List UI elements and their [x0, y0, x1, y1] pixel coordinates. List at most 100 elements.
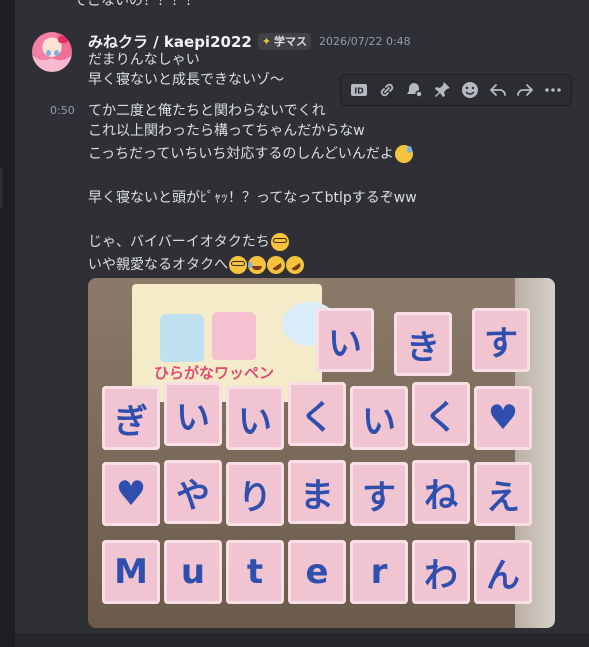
add-reaction-button[interactable]	[459, 79, 481, 101]
patch-tile: き	[394, 312, 452, 376]
patch-tile: ね	[412, 460, 470, 524]
patch-tile: や	[164, 460, 222, 524]
bottom-bar	[15, 633, 589, 647]
patch-tile: ま	[288, 460, 346, 524]
server-sidebar-edge	[0, 0, 15, 647]
laughing-crying-emoji[interactable]	[248, 256, 266, 274]
username[interactable]: みねクラ / kaepi2022	[88, 31, 252, 52]
forward-button[interactable]	[514, 79, 536, 101]
patch-tile: い	[164, 382, 222, 446]
message-line-2: 早く寝ないと成長できないゾ～	[88, 72, 284, 88]
svg-text:ID: ID	[354, 87, 364, 96]
patch-tile: わ	[412, 540, 470, 604]
nerd-face-emoji[interactable]	[270, 233, 289, 251]
previous-message-text: てこないの！！！！	[73, 0, 199, 9]
avatar-eye-left	[46, 50, 51, 56]
gem-icon: ✦	[261, 34, 272, 48]
pin-button[interactable]	[431, 79, 453, 101]
patch-char: e	[305, 552, 329, 592]
id-icon: ID	[350, 84, 367, 96]
patch-tile: ん	[474, 540, 532, 604]
patch-tile: い	[316, 308, 374, 372]
sweat-smile-emoji[interactable]	[394, 145, 413, 163]
patch-char: M	[114, 552, 148, 592]
patch-tile: い	[350, 386, 408, 450]
reply-icon	[489, 84, 506, 96]
tshirt-illustration	[212, 312, 256, 360]
rofl-emoji[interactable]	[282, 252, 308, 278]
patch-tile: e	[288, 540, 346, 604]
patch-char: ♥	[487, 398, 519, 438]
patch-tile: ぎ	[102, 386, 160, 450]
patch-char: き	[406, 327, 440, 368]
patch-char: い	[176, 397, 210, 438]
patch-tile: ♥	[102, 462, 160, 526]
patch-tile: り	[226, 462, 284, 526]
patch-char: く	[300, 397, 334, 438]
message-line-10-text: いや親愛なるオタクへ	[88, 257, 228, 273]
patch-char: い	[238, 401, 272, 442]
patch-tile: い	[226, 386, 284, 450]
link-icon	[380, 83, 393, 97]
patch-tile: t	[226, 540, 284, 604]
patch-char: ♥	[115, 474, 147, 514]
message-line-5: こっちだっていちいち対応するのしんどいんだよ	[88, 144, 413, 164]
message-actions-toolbar: ID	[340, 74, 572, 106]
patch-char: す	[484, 323, 518, 364]
forward-icon	[517, 84, 534, 96]
patch-tile: す	[350, 462, 408, 526]
tshirt-illustration	[160, 314, 204, 362]
message-line-7: 早く寝ないと頭がﾋﾟｬｯ！？ってなってbtlpするぞww	[88, 190, 417, 206]
avatar-eye-right	[54, 50, 59, 56]
avatar-bow	[58, 36, 68, 43]
sign-title: ひらがなワッペン	[154, 364, 275, 382]
more-button[interactable]	[542, 79, 564, 101]
patch-char: い	[328, 323, 362, 364]
patch-char: u	[180, 552, 206, 592]
message-line-1: だまりんなしゃい	[88, 52, 200, 68]
patch-char: い	[362, 401, 396, 442]
patch-char: t	[246, 552, 264, 592]
image-attachment[interactable]: ひらがなワッペン い き す ぎ い い く い く ♥ ♥ や り ま す ね…	[88, 278, 555, 628]
pin-icon	[435, 82, 451, 97]
message-line-9-text: じゃ、バイバーイオタクたち	[88, 234, 270, 250]
patch-char: り	[238, 477, 272, 518]
reply-button[interactable]	[487, 79, 509, 101]
patch-char: わ	[424, 555, 458, 596]
patch-char: r	[370, 552, 388, 592]
patch-tile: M	[102, 540, 160, 604]
copy-id-button[interactable]: ID	[348, 79, 370, 101]
patch-char: く	[424, 397, 458, 438]
patch-tile: ♥	[474, 386, 532, 450]
patch-char: え	[486, 477, 520, 518]
patch-char: ん	[486, 555, 520, 596]
guild-tag-label: 学マス	[274, 35, 308, 48]
message-line-4: これ以上関わったら構ってちゃんだからなw	[88, 123, 365, 139]
patch-tile: u	[164, 540, 222, 604]
patch-char: ま	[300, 475, 334, 516]
timestamp[interactable]: 2026/07/22 0:48	[319, 35, 411, 48]
more-icon	[545, 88, 561, 92]
message-header: みねクラ / kaepi2022 ✦ 学マス 2026/07/22 0:48	[88, 31, 411, 51]
avatar[interactable]	[32, 32, 72, 72]
mark-unread-icon	[407, 83, 424, 98]
nerd-face-emoji[interactable]	[229, 256, 247, 274]
patch-tile: く	[412, 382, 470, 446]
guild-tag[interactable]: ✦ 学マス	[257, 32, 312, 50]
patch-tile: え	[474, 462, 532, 526]
patch-tile: す	[472, 308, 530, 372]
patch-char: ね	[424, 475, 458, 516]
copy-link-button[interactable]	[376, 79, 398, 101]
message-line-3: てか二度と俺たちと関わらないでくれ	[88, 103, 326, 119]
hover-timestamp[interactable]: 0:50	[50, 104, 75, 117]
patch-char: す	[362, 477, 396, 518]
mark-unread-button[interactable]	[403, 79, 425, 101]
patch-char: や	[176, 475, 210, 516]
patch-tile: r	[350, 540, 408, 604]
message-line-10: いや親愛なるオタクへ	[88, 252, 308, 278]
message-line-9: じゃ、バイバーイオタクたち	[88, 232, 289, 252]
patch-tile: く	[288, 382, 346, 446]
patch-char: ぎ	[114, 401, 148, 442]
message-line-5-text: こっちだっていちいち対応するのしんどいんだよ	[88, 146, 394, 162]
add-reaction-icon	[461, 82, 478, 98]
